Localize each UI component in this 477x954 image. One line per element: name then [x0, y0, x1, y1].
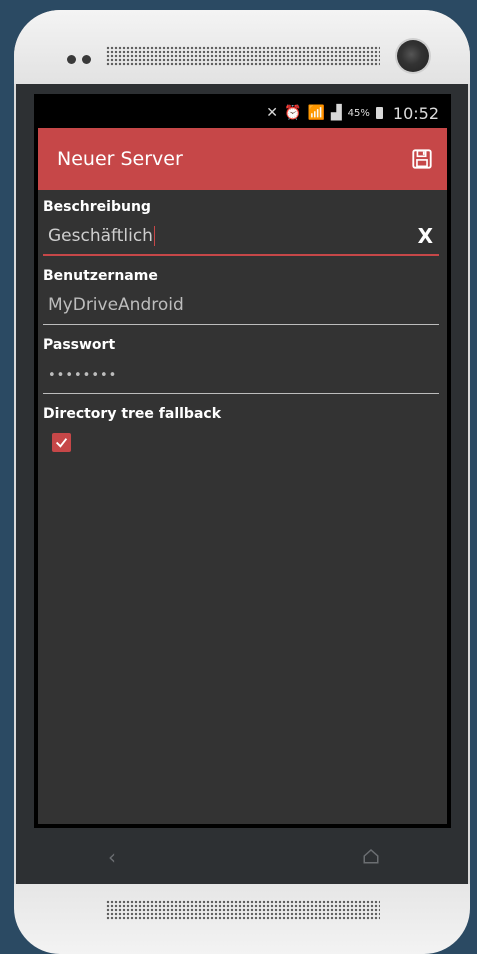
sensor-dot	[82, 55, 91, 64]
username-label: Benutzername	[43, 268, 158, 284]
description-field-group: Beschreibung Geschäftlich X	[43, 196, 439, 256]
mute-icon: ✕	[266, 105, 278, 121]
server-form: Beschreibung Geschäftlich X Benutzername…	[38, 190, 447, 452]
battery-icon	[375, 107, 383, 119]
username-field-group: Benutzername MyDriveAndroid	[43, 265, 439, 325]
alarm-icon: ⏰	[284, 105, 302, 121]
text-cursor	[153, 226, 155, 246]
fallback-label: Directory tree fallback	[43, 406, 222, 422]
earpiece-speaker	[106, 46, 380, 66]
status-bar: ✕ ⏰ 📶 ▟ 45% 10:52	[38, 98, 447, 128]
front-camera	[397, 40, 429, 72]
save-icon[interactable]	[411, 148, 433, 170]
clear-button[interactable]: X	[418, 218, 433, 254]
description-value: Geschäftlich	[48, 226, 153, 246]
back-icon[interactable]: ‹	[108, 845, 116, 869]
bottom-speaker	[106, 900, 380, 920]
app-bar: Neuer Server	[38, 128, 447, 190]
checkmark-icon	[55, 438, 68, 448]
password-value: ••••••••	[48, 368, 118, 383]
screen: ✕ ⏰ 📶 ▟ 45% 10:52 Neuer Server Beschreib…	[34, 94, 451, 828]
battery-percent: 45%	[347, 107, 370, 119]
page-title: Neuer Server	[57, 148, 183, 170]
username-input[interactable]: MyDriveAndroid	[43, 287, 439, 325]
password-label: Passwort	[43, 337, 116, 353]
sensor-dot	[67, 55, 76, 64]
password-field-group: Passwort ••••••••	[43, 334, 439, 394]
description-input[interactable]: Geschäftlich X	[43, 218, 439, 256]
wifi-icon: 📶	[307, 105, 325, 121]
status-time: 10:52	[392, 103, 439, 123]
fallback-field-group: Directory tree fallback	[43, 403, 439, 452]
home-icon[interactable]	[362, 847, 380, 865]
description-label: Beschreibung	[43, 199, 151, 215]
username-value: MyDriveAndroid	[48, 295, 184, 315]
signal-icon: ▟	[330, 105, 342, 121]
password-input[interactable]: ••••••••	[43, 356, 439, 394]
fallback-checkbox[interactable]	[52, 433, 71, 452]
